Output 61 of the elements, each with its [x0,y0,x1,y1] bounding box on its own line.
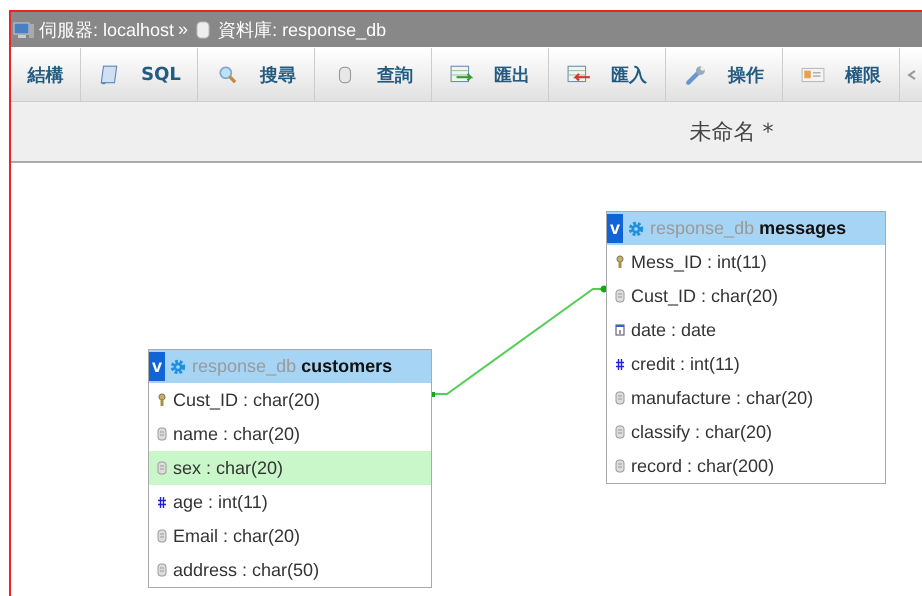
gear-icon[interactable] [169,358,188,376]
toggle-button[interactable]: v [607,214,624,243]
table-field[interactable]: age : int(11) [149,485,431,519]
table-field[interactable]: manufacture : char(20) [607,381,885,415]
field-label: record : char(200) [631,456,774,476]
table-field[interactable]: date : date [607,313,885,347]
table-title: response_db customers [192,356,392,377]
nav-tab[interactable]: SQL [81,48,198,102]
field-label: Cust_ID : char(20) [173,390,320,410]
table-field[interactable]: Cust_ID : char(20) [607,279,885,313]
table-field[interactable]: address : char(50) [149,553,431,587]
field-label: classify : char(20) [631,422,772,442]
table-field[interactable]: Email : char(20) [149,519,431,553]
designer-title: 未命名 * [690,118,774,146]
field-label: name : char(20) [173,424,300,444]
nav-tab[interactable]: 搜尋 [198,48,315,102]
table-field[interactable]: Mess_ID : int(11) [607,245,885,279]
table-card[interactable]: v response_db messages Mess_ID : int(11) Cust_ID : char(20) date : date credit : int(11) manufacture : char(20) classify : char(20) record : char(200) [606,211,886,484]
column-icon [157,461,167,475]
table-title: response_db messages [650,218,846,239]
database-link[interactable]: 資料庫: response_db [218,18,386,42]
field-label: credit : int(11) [631,354,740,374]
nav-tab[interactable]: 結構 [11,48,81,102]
nav-tab[interactable]: 匯入 [549,48,666,102]
number-icon [615,357,625,371]
breadcrumb-separator: » [178,19,188,40]
toggle-button[interactable]: v [149,352,166,381]
table-field[interactable]: credit : int(11) [607,347,885,381]
field-label: Mess_ID : int(11) [631,252,767,272]
field-label: Email : char(20) [173,526,300,546]
server-icon [13,20,35,40]
field-label: Cust_ID : char(20) [631,286,778,306]
column-icon [615,459,625,473]
nav-tab[interactable]: 權限 [783,48,900,102]
server-link[interactable]: 伺服器: localhost [39,18,174,42]
nav-tab[interactable]: 匯出 [432,48,549,102]
nav-tab[interactable]: 操作 [666,48,783,102]
column-icon [157,563,167,577]
calendar-icon [615,323,625,337]
table-field[interactable]: classify : char(20) [607,415,885,449]
column-icon [157,427,167,441]
field-label: sex : char(20) [173,458,284,478]
table-field[interactable]: name : char(20) [149,417,431,451]
field-label: date : date [631,320,716,340]
field-label: address : char(50) [173,560,320,580]
number-icon [157,495,167,509]
gear-icon[interactable] [627,220,646,238]
table-card[interactable]: v response_db customers Cust_ID : char(20) name : char(20) sex : char(20) age : int(11) Email : char(20) address : char(50) [148,349,432,588]
nav-tab[interactable]: 查詢 [315,48,432,102]
field-label: manufacture : char(20) [631,388,814,408]
table-field[interactable]: sex : char(20) [149,451,431,485]
wrench-icon [684,64,708,86]
table-field[interactable]: record : char(200) [607,449,885,483]
column-icon [615,289,625,303]
key-icon [157,393,167,407]
column-icon [157,529,167,543]
field-label: age : int(11) [173,492,268,512]
key-icon [615,255,625,269]
table-field[interactable]: Cust_ID : char(20) [149,383,431,417]
column-icon [615,391,625,405]
column-icon [615,425,625,439]
